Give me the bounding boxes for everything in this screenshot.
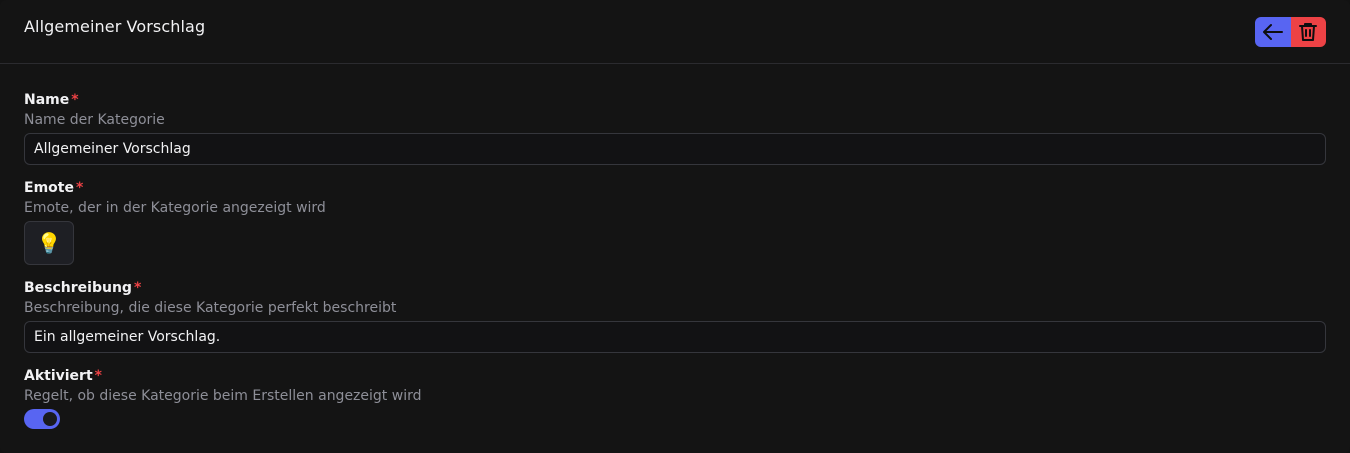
panel-header: Allgemeiner Vorschlag xyxy=(0,0,1350,64)
beschreibung-input[interactable] xyxy=(24,321,1326,353)
aktiviert-description: Regelt, ob diese Kategorie beim Erstelle… xyxy=(24,388,422,404)
toggle-knob xyxy=(43,412,57,426)
aktiviert-toggle[interactable] xyxy=(24,409,60,429)
aktiviert-label-text: Aktiviert xyxy=(24,368,93,384)
name-label-text: Name xyxy=(24,92,70,108)
header-actions xyxy=(1255,17,1326,47)
beschreibung-label: Beschreibung * xyxy=(24,279,1326,297)
description-field-group: Beschreibung * Beschreibung, die diese Ka… xyxy=(24,279,1326,353)
emote-label: Emote * xyxy=(24,179,1326,197)
name-field-group: Name * Name der Kategorie xyxy=(24,91,1326,165)
back-button[interactable] xyxy=(1255,17,1291,47)
aktiviert-label: Aktiviert * xyxy=(24,367,1326,385)
required-marker: * xyxy=(94,368,102,384)
category-edit-panel: Allgemeiner Vorschlag Name * Name der Kat… xyxy=(0,0,1350,453)
beschreibung-description: Beschreibung, die diese Kategorie perfek… xyxy=(24,300,397,316)
name-description: Name der Kategorie xyxy=(24,112,165,128)
required-marker: * xyxy=(75,180,84,196)
enabled-field-group: Aktiviert * Regelt, ob diese Kategorie be… xyxy=(24,367,1326,429)
emote-description: Emote, der in der Kategorie angezeigt wi… xyxy=(24,200,326,216)
emote-picker-button[interactable]: 💡 xyxy=(24,221,74,265)
trash-icon xyxy=(1299,23,1318,41)
emote-label-text: Emote xyxy=(24,180,74,196)
beschreibung-label-text: Beschreibung xyxy=(24,280,132,296)
required-marker: * xyxy=(133,280,142,296)
page-title: Allgemeiner Vorschlag xyxy=(24,17,206,36)
arrow-left-icon xyxy=(1262,24,1283,40)
name-input[interactable] xyxy=(24,133,1326,165)
delete-button[interactable] xyxy=(1290,17,1326,47)
emote-field-group: Emote * Emote, der in der Kategorie angez… xyxy=(24,179,1326,265)
lightbulb-emoji: 💡 xyxy=(36,231,62,255)
required-marker: * xyxy=(71,92,79,108)
name-label: Name * xyxy=(24,91,1326,109)
